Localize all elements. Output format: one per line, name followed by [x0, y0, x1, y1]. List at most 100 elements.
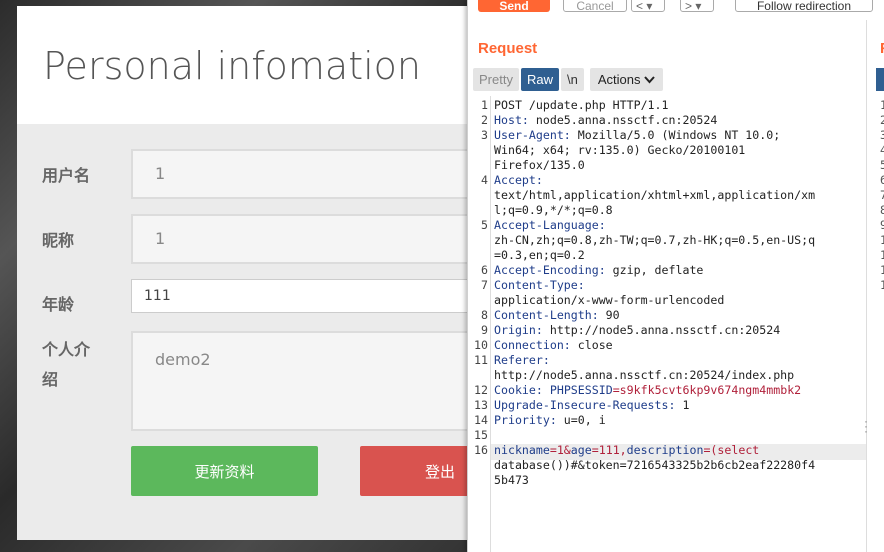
code-line: =0.3,en;q=0.2	[494, 248, 585, 262]
age-field[interactable]: 111	[131, 279, 491, 313]
code-line: l;q=0.9,*/*;q=0.8	[494, 203, 613, 217]
header-key: Accept-Language:	[494, 218, 606, 232]
repeater-toolbar: Send Cancel < ▾ > ▾ Follow redirection	[468, 0, 884, 14]
code-line: http://node5.anna.nssctf.cn:20524/index.…	[494, 368, 794, 382]
back-button[interactable]: < ▾	[631, 0, 665, 13]
code-text: database())#&token=7216543325b2b6cb2eaf2…	[494, 458, 816, 472]
header-key: Upgrade-Insecure-Requests:	[494, 398, 676, 412]
code-line: Origin: http://node5.anna.nssctf.cn:2052…	[494, 323, 780, 337]
tab-pretty[interactable]: Pretty	[473, 68, 519, 91]
response-line-number: 9	[880, 218, 884, 232]
code-text: http://node5.anna.nssctf.cn:20524	[542, 323, 781, 337]
code-line: Accept-Language:	[494, 218, 606, 232]
line-number: 8	[481, 308, 488, 322]
header-key: Cookie:	[494, 383, 543, 397]
line-number: 5	[481, 218, 488, 232]
burp-repeater-panel: Send Cancel < ▾ > ▾ Follow redirection R…	[467, 0, 884, 552]
code-line: User-Agent: Mozilla/5.0 (Windows NT 10.0…	[494, 128, 780, 142]
line-number: 6	[481, 263, 488, 277]
header-key: Content-Length:	[494, 308, 599, 322]
response-tab-raw[interactable]	[876, 68, 884, 91]
header-key: Priority:	[494, 413, 557, 427]
header-key: Connection:	[494, 338, 571, 352]
send-button[interactable]: Send	[478, 0, 550, 13]
header-key: PHPSESSID	[542, 383, 613, 397]
page-title: Personal infomation	[43, 44, 421, 88]
update-profile-button[interactable]: 更新资料	[131, 446, 318, 496]
age-label: 年龄	[42, 295, 75, 314]
header-key: description	[626, 443, 704, 457]
code-line: Content-Type:	[494, 278, 585, 292]
response-line-number: 12	[880, 263, 884, 277]
username-field[interactable]: 1	[131, 149, 491, 199]
tab-raw[interactable]: Raw	[520, 68, 559, 91]
code-line: Firefox/135.0	[494, 158, 585, 172]
code-line: nickname=1&age=111,description=(select	[494, 443, 759, 457]
response-title: R	[880, 40, 884, 57]
tab-show-newlines[interactable]: \n	[560, 68, 584, 91]
cancel-button[interactable]: Cancel	[563, 0, 627, 13]
code-text: POST /update.php HTTP/1.1	[494, 98, 669, 112]
nickname-label: 昵称	[42, 231, 75, 250]
code-line: Host: node5.anna.nssctf.cn:20524	[494, 113, 717, 127]
code-line: Accept:	[494, 173, 543, 187]
response-line-number: 5	[880, 158, 884, 172]
back-arrow-icon: <	[636, 0, 644, 13]
panel-divider[interactable]	[866, 20, 867, 552]
request-view-tabs: Pretty Raw \n Actions	[473, 68, 664, 91]
header-key: Origin:	[494, 323, 543, 337]
code-text: =s9kfk5cvt6kp9v674ngm4mmbk2	[612, 383, 802, 397]
code-line: Connection: close	[494, 338, 613, 352]
line-number: 13	[474, 398, 488, 412]
code-text: =(select	[703, 443, 760, 457]
chevron-down-icon	[644, 76, 655, 84]
header-key: Content-Type:	[494, 278, 585, 292]
username-label: 用户名	[42, 166, 91, 185]
code-line: application/x-www-form-urlencoded	[494, 293, 724, 307]
line-number: 14	[474, 413, 488, 427]
header-key: Accept-Encoding:	[494, 263, 606, 277]
request-title: Request	[478, 40, 538, 57]
code-line: Priority: u=0, i	[494, 413, 606, 427]
code-text: node5.anna.nssctf.cn:20524	[528, 113, 718, 127]
line-number: 10	[474, 338, 488, 352]
code-text: =0.3,en;q=0.2	[494, 248, 585, 262]
line-number: 11	[474, 353, 488, 367]
response-line-number: 13	[880, 278, 884, 292]
line-number: 4	[481, 173, 488, 187]
request-editor[interactable]: 1 POST /update.php HTTP/1.1 2 Host: node5.a…	[468, 96, 866, 552]
line-number: 2	[481, 113, 488, 127]
follow-redirection-button[interactable]: Follow redirection	[735, 0, 873, 13]
forward-button[interactable]: > ▾	[680, 0, 714, 13]
code-line: Referer:	[494, 353, 550, 367]
code-text: =111,	[591, 443, 627, 457]
actions-label: Actions	[597, 72, 641, 87]
logout-button-label: 登出	[424, 462, 455, 481]
code-text: 1	[675, 398, 690, 412]
code-line: text/html,application/xhtml+xml,applicat…	[494, 188, 815, 202]
intro-textarea[interactable]: demo2	[131, 331, 491, 431]
page-header: Personal infomation	[17, 6, 477, 124]
actions-dropdown[interactable]: Actions	[589, 68, 664, 91]
more-options-icon[interactable]: · · ·	[864, 415, 868, 437]
nickname-field[interactable]: 1	[131, 214, 491, 264]
response-line-number: 2	[880, 113, 884, 127]
header-key: User-Agent:	[494, 128, 571, 142]
code-line: Win64; x64; rv:135.0) Gecko/20100101	[494, 143, 745, 157]
response-line-number: 10	[880, 233, 884, 247]
intro-label-line2: 绍	[42, 370, 59, 389]
code-text: gzip, deflate	[605, 263, 704, 277]
line-number: 16	[474, 443, 488, 457]
line-number: 3	[481, 128, 488, 142]
response-line-number: 6	[880, 173, 884, 187]
response-line-number: 7	[880, 188, 884, 202]
response-line-number: 11	[880, 248, 884, 262]
forward-arrow-icon: >	[685, 0, 693, 13]
header-key: age	[570, 443, 592, 457]
header-key: nickname	[494, 443, 550, 457]
code-text: u=0, i	[556, 413, 606, 427]
code-text: 5b473	[494, 473, 529, 487]
response-line-number: 3	[880, 128, 884, 142]
line-number: 15	[474, 428, 488, 442]
header-key: Host:	[494, 113, 529, 127]
